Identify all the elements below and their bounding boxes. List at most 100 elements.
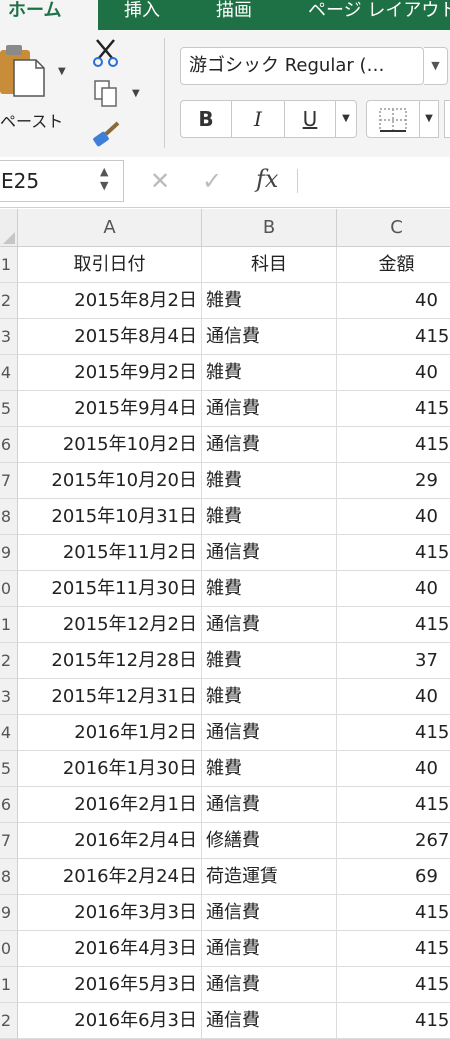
cell-a[interactable]: 2015年8月4日 — [18, 319, 202, 355]
paste-button[interactable] — [0, 44, 56, 104]
cell-b[interactable]: 雑費 — [202, 355, 337, 391]
cut-button[interactable] — [92, 38, 120, 72]
row-header[interactable]: 14 — [0, 715, 18, 751]
cell-a[interactable]: 2016年5月3日 — [18, 967, 202, 1003]
cell-a[interactable]: 2015年10月31日 — [18, 499, 202, 535]
cell-c[interactable]: 415 — [337, 715, 450, 751]
underline-chevron-down-icon[interactable]: ▼ — [335, 100, 357, 138]
cell-c[interactable]: 40 — [337, 283, 450, 319]
cell-c[interactable]: 29 — [337, 463, 450, 499]
font-chevron-down-icon[interactable]: ▼ — [424, 47, 448, 85]
header-cell[interactable]: 取引日付 — [18, 247, 202, 283]
tab-insert[interactable]: 挿入 — [124, 0, 160, 30]
copy-options-chevron-down-icon[interactable]: ▼ — [132, 88, 140, 99]
row-header[interactable]: 13 — [0, 679, 18, 715]
row-header[interactable]: 12 — [0, 643, 18, 679]
row-header[interactable]: 2 — [0, 283, 18, 319]
cell-c[interactable]: 69 — [337, 859, 450, 895]
cell-a[interactable]: 2015年12月28日 — [18, 643, 202, 679]
row-header[interactable]: 5 — [0, 391, 18, 427]
cell-c[interactable]: 415 — [337, 391, 450, 427]
row-header[interactable]: 18 — [0, 859, 18, 895]
borders-button[interactable] — [366, 100, 420, 138]
cell-b[interactable]: 通信費 — [202, 391, 337, 427]
cell-a[interactable]: 2016年2月1日 — [18, 787, 202, 823]
cell-a[interactable]: 2016年4月3日 — [18, 931, 202, 967]
cell-b[interactable]: 通信費 — [202, 715, 337, 751]
cell-b[interactable]: 通信費 — [202, 931, 337, 967]
column-header-c[interactable]: C — [337, 209, 450, 247]
cell-c[interactable]: 37 — [337, 643, 450, 679]
cell-b[interactable]: 修繕費 — [202, 823, 337, 859]
row-header[interactable]: 19 — [0, 895, 18, 931]
cell-b[interactable]: 通信費 — [202, 895, 337, 931]
cell-a[interactable]: 2015年10月20日 — [18, 463, 202, 499]
cell-c[interactable]: 40 — [337, 571, 450, 607]
cell-a[interactable]: 2015年9月2日 — [18, 355, 202, 391]
cancel-entry-icon[interactable]: ✕ — [150, 167, 170, 195]
format-painter-button[interactable] — [92, 120, 122, 152]
row-header[interactable]: 8 — [0, 499, 18, 535]
column-header-b[interactable]: B — [202, 209, 337, 247]
cell-b[interactable]: 通信費 — [202, 787, 337, 823]
cell-b[interactable]: 通信費 — [202, 967, 337, 1003]
row-header[interactable]: 20 — [0, 931, 18, 967]
row-header[interactable]: 7 — [0, 463, 18, 499]
cell-c[interactable]: 415 — [337, 931, 450, 967]
row-header[interactable]: 16 — [0, 787, 18, 823]
cell-c[interactable]: 40 — [337, 499, 450, 535]
cell-a[interactable]: 2015年12月31日 — [18, 679, 202, 715]
cell-a[interactable]: 2016年2月24日 — [18, 859, 202, 895]
cell-c[interactable]: 40 — [337, 751, 450, 787]
cell-a[interactable]: 2015年11月2日 — [18, 535, 202, 571]
cell-a[interactable]: 2016年6月3日 — [18, 1003, 202, 1039]
row-header[interactable]: 15 — [0, 751, 18, 787]
row-header[interactable]: 4 — [0, 355, 18, 391]
cell-a[interactable]: 2016年3月3日 — [18, 895, 202, 931]
cell-c[interactable]: 2670 — [337, 823, 450, 859]
cell-b[interactable]: 通信費 — [202, 1003, 337, 1039]
cell-b[interactable]: 通信費 — [202, 535, 337, 571]
cell-b[interactable]: 雑費 — [202, 679, 337, 715]
cell-c[interactable]: 415 — [337, 967, 450, 1003]
cell-c[interactable]: 415 — [337, 535, 450, 571]
cell-c[interactable]: 415 — [337, 787, 450, 823]
cell-b[interactable]: 通信費 — [202, 427, 337, 463]
cell-a[interactable]: 2015年12月2日 — [18, 607, 202, 643]
cell-c[interactable]: 415 — [337, 319, 450, 355]
row-header[interactable]: 9 — [0, 535, 18, 571]
cell-b[interactable]: 雑費 — [202, 571, 337, 607]
italic-button[interactable]: I — [231, 100, 285, 138]
cell-a[interactable]: 2016年2月4日 — [18, 823, 202, 859]
bold-button[interactable]: B — [180, 100, 232, 138]
row-header[interactable]: 22 — [0, 1003, 18, 1039]
cell-c[interactable]: 40 — [337, 355, 450, 391]
cell-c[interactable]: 415 — [337, 1003, 450, 1039]
tab-page-layout[interactable]: ページ レイアウト — [308, 0, 450, 30]
cell-c[interactable]: 415 — [337, 895, 450, 931]
row-header[interactable]: 17 — [0, 823, 18, 859]
cell-a[interactable]: 2015年8月2日 — [18, 283, 202, 319]
cell-b[interactable]: 雑費 — [202, 463, 337, 499]
cell-b[interactable]: 雑費 — [202, 643, 337, 679]
cell-a[interactable]: 2016年1月2日 — [18, 715, 202, 751]
row-header[interactable]: 21 — [0, 967, 18, 1003]
cell-c[interactable]: 415 — [337, 427, 450, 463]
header-cell[interactable]: 科目 — [202, 247, 337, 283]
row-header[interactable]: 3 — [0, 319, 18, 355]
confirm-entry-icon[interactable]: ✓ — [202, 167, 222, 195]
name-box-stepper-icon[interactable]: ▲ ▼ — [100, 165, 108, 193]
row-header[interactable]: 11 — [0, 607, 18, 643]
cell-b[interactable]: 雑費 — [202, 751, 337, 787]
underline-button[interactable]: U — [284, 100, 336, 138]
cell-a[interactable]: 2015年9月4日 — [18, 391, 202, 427]
copy-button[interactable] — [94, 80, 120, 112]
cell-b[interactable]: 荷造運賃 — [202, 859, 337, 895]
select-all-corner[interactable] — [0, 209, 18, 247]
cell-b[interactable]: 通信費 — [202, 319, 337, 355]
font-name-dropdown[interactable]: 游ゴシック Regular (… — [180, 47, 424, 85]
borders-chevron-down-icon[interactable]: ▼ — [419, 100, 439, 138]
fill-color-button[interactable] — [444, 100, 450, 138]
column-header-a[interactable]: A — [18, 209, 202, 247]
tab-draw[interactable]: 描画 — [216, 0, 252, 30]
